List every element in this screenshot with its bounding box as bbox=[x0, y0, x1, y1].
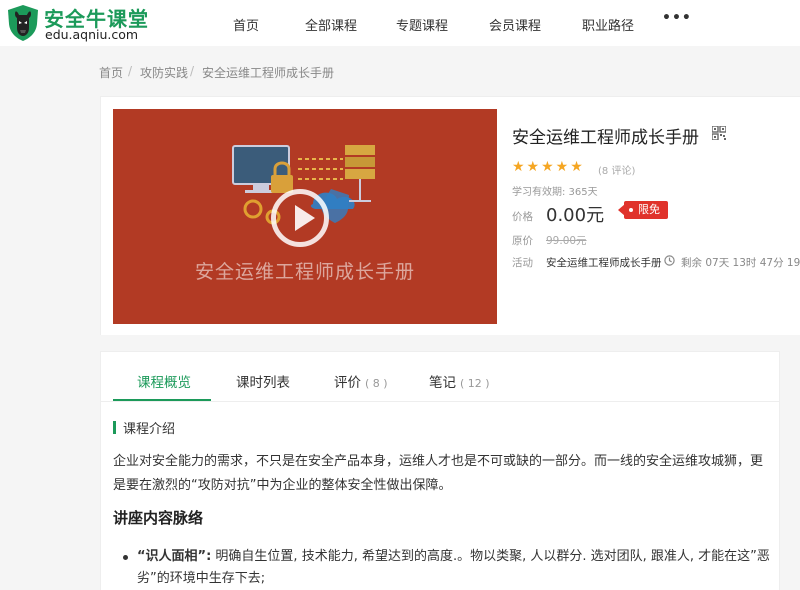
activity-name[interactable]: 安全运维工程师成长手册 bbox=[546, 255, 662, 270]
course-title: 安全运维工程师成长手册 bbox=[512, 128, 699, 148]
course-cover-video[interactable]: 安全运维工程师成长手册 bbox=[113, 109, 497, 324]
original-price-value: 99.00元 bbox=[546, 235, 587, 247]
original-price-label: 原价 bbox=[512, 235, 533, 247]
tab-label: 评价 bbox=[334, 375, 361, 391]
bull-shield-logo-icon[interactable] bbox=[6, 4, 40, 42]
price-label: 价格 bbox=[512, 211, 533, 223]
tab-label: 笔记 bbox=[429, 375, 456, 391]
tab-overview[interactable]: 课程概览 bbox=[137, 371, 191, 391]
outline-bullet-item: “识人面相”: 明确自生位置, 技术能力, 希望达到的高度.。物以类聚, 人以群… bbox=[137, 546, 773, 590]
section-title: 课程介绍 bbox=[123, 422, 176, 437]
countdown-timer: 剩余 07天 13时 47分 19 秒 bbox=[681, 257, 800, 269]
tab-label: 课时列表 bbox=[236, 375, 290, 391]
clock-icon bbox=[664, 255, 675, 266]
tab-divider bbox=[101, 401, 779, 402]
breadcrumb-current: 安全运维工程师成长手册 bbox=[202, 66, 335, 80]
breadcrumb-separator: / bbox=[190, 64, 195, 78]
tab-count: ( 12 ) bbox=[460, 377, 490, 390]
nav-item-topics[interactable]: 专题课程 bbox=[396, 15, 448, 34]
price-value: 0.00元 bbox=[546, 205, 605, 226]
more-menu-icon[interactable]: ••• bbox=[662, 10, 692, 26]
intro-paragraph: 企业对安全能力的需求，不只是在安全产品本身，运维人才也是不可或缺的一部分。而一线… bbox=[113, 454, 764, 493]
nav-item-home[interactable]: 首页 bbox=[233, 15, 259, 34]
activity-label: 活动 bbox=[512, 257, 533, 269]
validity-period: 学习有效期: 365天 bbox=[512, 187, 598, 198]
brand-domain: edu.aqniu.com bbox=[45, 27, 139, 42]
bullet-text: 明确自生位置, 技术能力, 希望达到的高度.。物以类聚, 人以群分. 选对团队,… bbox=[137, 549, 770, 586]
tab-label: 课程概览 bbox=[137, 375, 191, 391]
nav-item-all-courses[interactable]: 全部课程 bbox=[305, 15, 357, 34]
tab-count: ( 8 ) bbox=[365, 377, 388, 390]
tab-notes[interactable]: 笔记 ( 12 ) bbox=[429, 371, 490, 391]
breadcrumb-home[interactable]: 首页 bbox=[99, 64, 123, 81]
review-count[interactable]: (8 评论) bbox=[598, 162, 635, 177]
qr-code-icon[interactable] bbox=[712, 126, 726, 140]
bullet-dot bbox=[123, 555, 128, 560]
top-header: 安全牛课堂 edu.aqniu.com 首页 全部课程 专题课程 会员课程 职业… bbox=[0, 0, 800, 46]
tab-reviews[interactable]: 评价 ( 8 ) bbox=[334, 371, 388, 391]
breadcrumb-category[interactable]: 攻防实践 bbox=[140, 64, 188, 81]
tab-lessons[interactable]: 课时列表 bbox=[236, 371, 290, 391]
course-detail-panel: 课程概览 课时列表 评价 ( 8 ) 笔记 ( 12 ) 课程介绍 企业对安全能力的… bbox=[100, 351, 780, 590]
rating-stars-icon: ★★★★★ bbox=[512, 159, 585, 175]
nav-item-member-courses[interactable]: 会员课程 bbox=[489, 15, 541, 34]
play-video-icon[interactable] bbox=[271, 189, 329, 247]
outline-heading: 讲座内容脉络 bbox=[113, 509, 204, 527]
breadcrumb-separator: / bbox=[128, 64, 133, 78]
cover-title-text: 安全运维工程师成长手册 bbox=[194, 261, 415, 283]
free-badge: 限免 bbox=[618, 201, 668, 219]
bullet-title: “识人面相”: bbox=[137, 549, 212, 564]
course-info-card: 安全运维工程师成长手册 安全运维工程师成长手册 ★★★★★ (8 评论) 学习有… bbox=[100, 96, 800, 335]
section-marker bbox=[113, 421, 116, 434]
nav-item-career-path[interactable]: 职业路径 bbox=[582, 15, 634, 34]
